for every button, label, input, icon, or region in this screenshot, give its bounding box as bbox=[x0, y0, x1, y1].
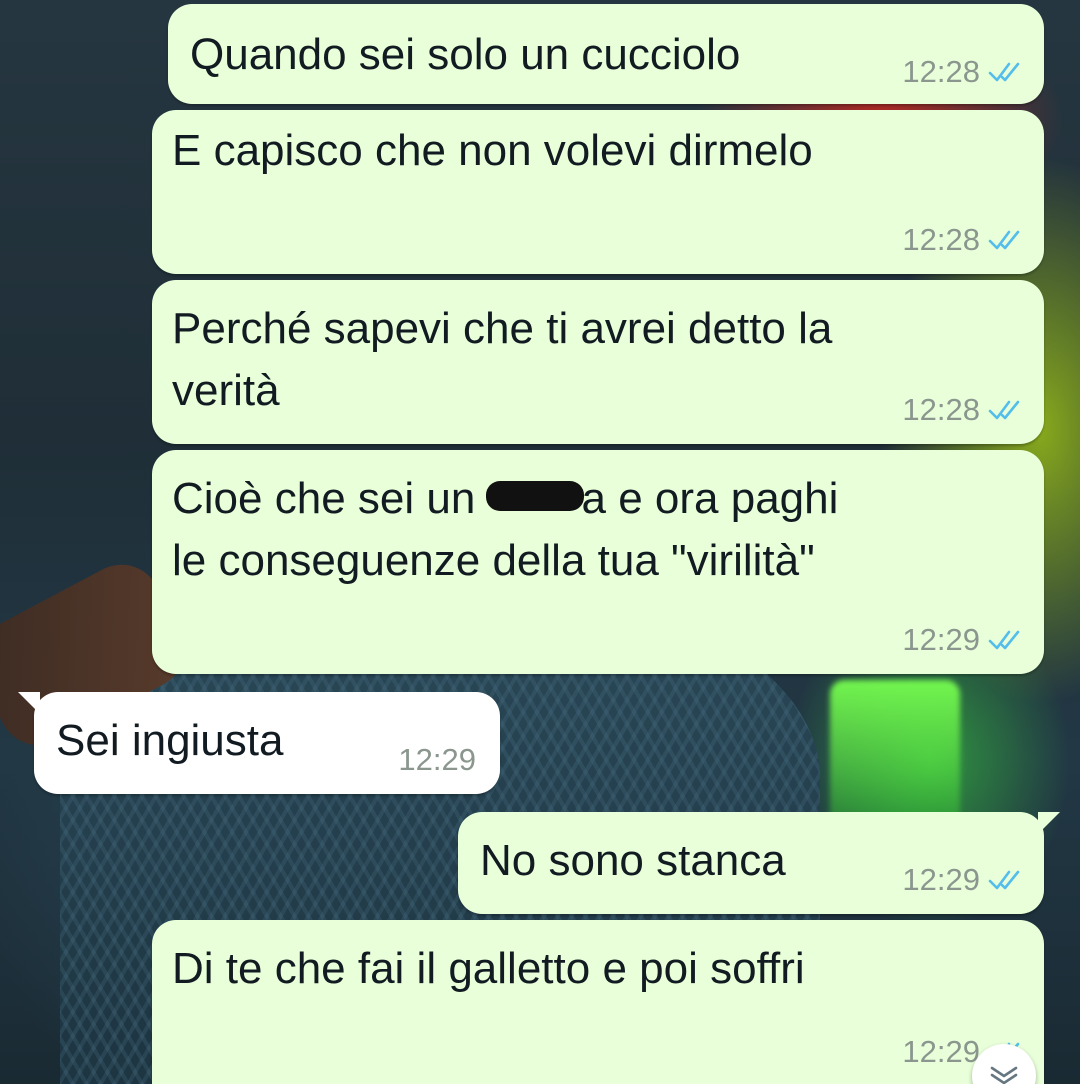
message-text: Sei ingiusta bbox=[56, 716, 284, 765]
message-bubble-incoming[interactable]: Sei ingiusta 12:29 bbox=[18, 692, 500, 794]
chevron-double-down-icon bbox=[990, 1066, 1018, 1084]
message-text-line-1: Perché sapevi che ti avrei detto la bbox=[172, 304, 833, 353]
message-text-line-2: le conseguenze della tua "virilità" bbox=[172, 536, 815, 585]
message-meta: 12:28 bbox=[902, 52, 1022, 92]
bubble-tail bbox=[18, 692, 40, 714]
message-time: 12:28 bbox=[902, 392, 980, 427]
message-bubble-outgoing[interactable]: Cioè che sei un a e ora paghi le consegu… bbox=[152, 450, 1044, 674]
double-check-icon bbox=[988, 870, 1020, 890]
message-text-before-redaction: Cioè che sei un bbox=[172, 474, 488, 523]
message-text-line-2: verità bbox=[172, 366, 280, 415]
double-check-icon bbox=[988, 630, 1020, 650]
message-time: 12:29 bbox=[902, 622, 980, 657]
message-bubble-outgoing[interactable]: Di te che fai il galletto e poi soffri 1… bbox=[152, 920, 1044, 1084]
message-time: 12:28 bbox=[902, 222, 980, 257]
message-meta: 12:29 bbox=[398, 740, 476, 780]
message-time: 12:28 bbox=[902, 54, 980, 89]
redaction-mark bbox=[485, 481, 584, 511]
message-text: Di te che fai il galletto e poi soffri bbox=[172, 944, 805, 993]
message-time: 12:29 bbox=[902, 862, 980, 897]
message-meta: 12:28 bbox=[902, 220, 1022, 260]
message-meta: 12:29 bbox=[902, 620, 1022, 660]
double-check-icon bbox=[988, 62, 1020, 82]
double-check-icon bbox=[988, 230, 1020, 250]
message-bubble-outgoing[interactable]: Quando sei solo un cucciolo 12:28 bbox=[168, 4, 1044, 104]
wallpaper-glow bbox=[830, 680, 960, 830]
message-text: Quando sei solo un cucciolo bbox=[190, 30, 741, 79]
message-bubble-outgoing[interactable]: Perché sapevi che ti avrei detto la veri… bbox=[152, 280, 1044, 444]
message-text-after-redaction: a e ora paghi bbox=[581, 474, 839, 523]
message-meta: 12:28 bbox=[902, 390, 1022, 430]
message-bubble-outgoing[interactable]: E capisco che non volevi dirmelo 12:28 bbox=[152, 110, 1044, 274]
message-text-line-1: Cioè che sei un a e ora paghi bbox=[172, 468, 838, 530]
bubble-tail bbox=[1038, 812, 1060, 834]
message-text: No sono stanca bbox=[480, 836, 786, 885]
message-time: 12:29 bbox=[902, 1034, 980, 1069]
message-meta: 12:29 bbox=[902, 860, 1022, 900]
message-time: 12:29 bbox=[398, 742, 476, 777]
message-bubble-outgoing[interactable]: No sono stanca 12:29 bbox=[458, 812, 1060, 914]
message-text: E capisco che non volevi dirmelo bbox=[172, 126, 813, 175]
double-check-icon bbox=[988, 400, 1020, 420]
